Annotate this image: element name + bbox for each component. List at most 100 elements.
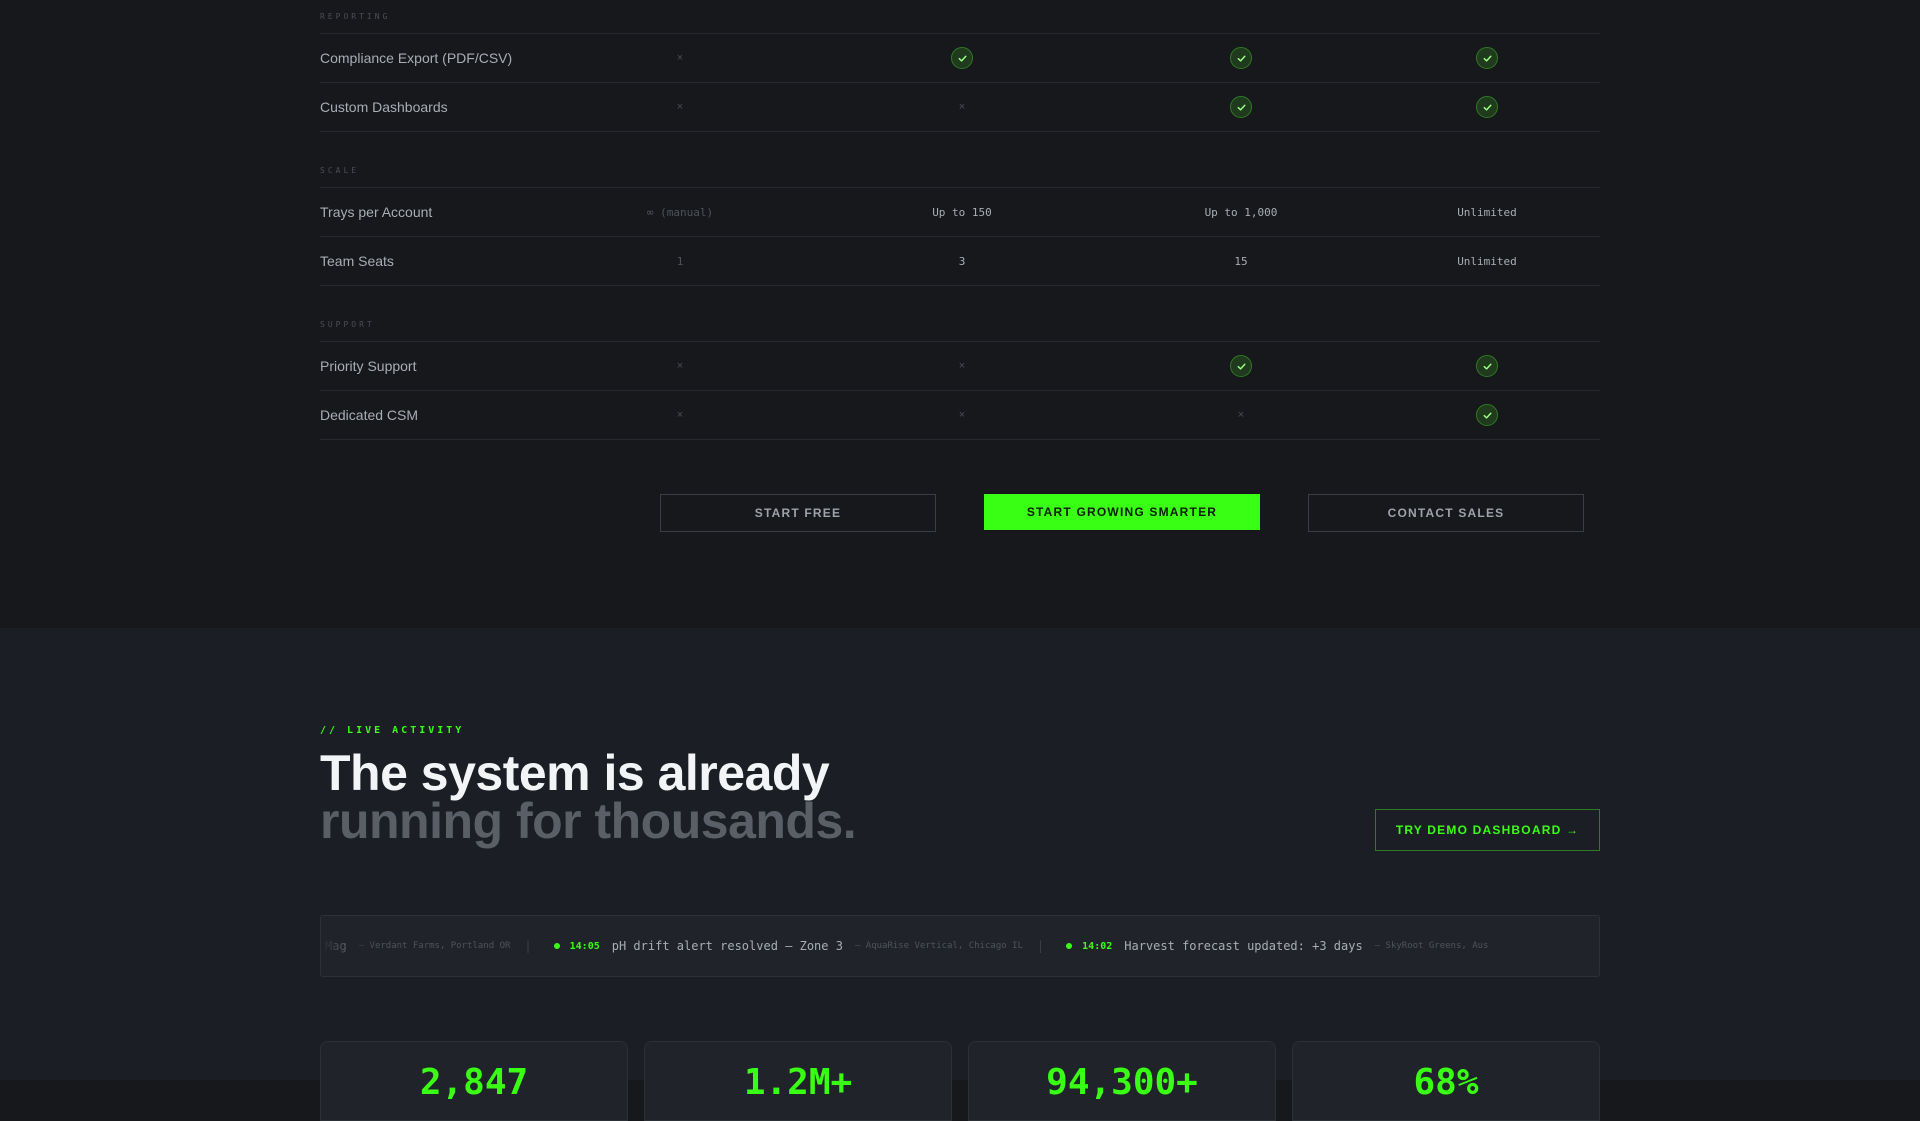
ticker-separator: | (1036, 939, 1045, 953)
plan-value-text: 3 (958, 254, 966, 268)
cross-icon: × (1181, 391, 1301, 439)
live-activity-section: // LIVE ACTIVITY The system is already r… (0, 628, 1920, 1121)
plan-value: Unlimited (1427, 188, 1547, 236)
live-activity-headline: The system is already running for thousa… (320, 745, 857, 849)
plan-value: ∞ (manual) (620, 188, 740, 236)
plan-value: Up to 1,000 (1181, 188, 1301, 236)
feature-comparison-table: REPORTING Compliance Export (PDF/CSV) × Cus… (320, 0, 1600, 440)
headline-line-2: running for thousands. (320, 793, 857, 849)
plan-value-text: 15 (1234, 254, 1248, 268)
cross-glyph: × (676, 360, 684, 372)
cross-glyph: × (1237, 409, 1245, 421)
table-row: Custom Dashboards × × (320, 83, 1600, 132)
activity-ticker: Mag — Verdant Farms, Portland OR | 14:05 pH … (320, 915, 1600, 977)
check-badge (1476, 96, 1498, 118)
live-dot-icon (1066, 943, 1073, 949)
stat-value: 94,300+ (1046, 1062, 1198, 1103)
live-activity-eyebrow: // LIVE ACTIVITY (320, 725, 465, 736)
section-heading: REPORTING (320, 0, 1600, 34)
check-badge (1230, 355, 1252, 377)
feature-label: Priority Support (320, 358, 417, 374)
ticker-item: 14:02 Harvest forecast updated: +3 days — … (1066, 939, 1488, 953)
cross-glyph: × (676, 409, 684, 421)
stat-card: 1.2M+ (644, 1041, 952, 1121)
ticker-fade-right (1539, 916, 1599, 976)
check-icon (902, 34, 1022, 82)
ticker-source: — AquaRise Vertical, Chicago IL (854, 941, 1023, 951)
feature-label: Compliance Export (PDF/CSV) (320, 50, 513, 66)
cross-icon: × (902, 391, 1022, 439)
plan-value-text: Unlimited (1457, 254, 1517, 268)
stat-card: 94,300+ (968, 1041, 1276, 1121)
section-heading: SCALE (320, 154, 1600, 188)
plan-value: 1 (620, 237, 740, 285)
cross-icon: × (620, 342, 740, 390)
ticker-message: pH drift alert resolved — Zone 3 (611, 939, 843, 953)
ticker-separator: | (524, 939, 532, 953)
cross-icon: × (902, 342, 1022, 390)
check-icon (1427, 34, 1547, 82)
cross-glyph: × (958, 101, 966, 113)
cross-icon: × (620, 391, 740, 439)
start-free-button[interactable]: START FREE (660, 494, 936, 532)
check-icon (1427, 83, 1547, 131)
feature-label: Trays per Account (320, 204, 433, 220)
check-badge (1476, 404, 1498, 426)
cross-icon: × (620, 34, 740, 82)
plan-value-text: 1 (676, 254, 684, 268)
check-badge (1230, 96, 1252, 118)
stat-value: 2,847 (419, 1062, 529, 1103)
feature-label: Custom Dashboards (320, 99, 448, 115)
ticker-item: Mag — Verdant Farms, Portland OR | (325, 939, 554, 953)
cross-glyph: × (958, 360, 966, 372)
cross-glyph: × (676, 52, 684, 64)
ticker-track: Mag — Verdant Farms, Portland OR | 14:05 pH … (325, 916, 1488, 976)
check-badge (1230, 47, 1252, 69)
ticker-message: Mag (325, 939, 347, 953)
section-heading: SUPPORT (320, 308, 1600, 342)
ticker-time: 14:05 (569, 940, 600, 952)
plan-value-text: Unlimited (1457, 205, 1517, 219)
check-icon (1181, 83, 1301, 131)
feature-label: Dedicated CSM (320, 407, 419, 423)
ticker-source: — SkyRoot Greens, Aus (1374, 941, 1489, 951)
table-row: Compliance Export (PDF/CSV) × (320, 34, 1600, 83)
check-icon (1181, 342, 1301, 390)
plan-value-text: Up to 150 (932, 205, 992, 219)
cross-glyph: × (958, 409, 966, 421)
check-badge (1476, 47, 1498, 69)
cross-glyph: × (676, 101, 684, 113)
table-row: Priority Support × × (320, 342, 1600, 391)
plan-value: Unlimited (1427, 237, 1547, 285)
plan-cta-row: START FREE START GROWING SMARTER CONTACT… (0, 494, 1920, 534)
check-badge (951, 47, 973, 69)
contact-sales-button[interactable]: CONTACT SALES (1308, 494, 1584, 532)
stat-value: 68% (1413, 1062, 1479, 1103)
check-icon (1427, 391, 1547, 439)
ticker-message: Harvest forecast updated: +3 days (1124, 939, 1363, 953)
start-growing-smarter-button[interactable]: START GROWING SMARTER (984, 494, 1260, 530)
stats-row: 2,847 1.2M+ 94,300+ 68% (320, 1041, 1600, 1121)
table-row: Trays per Account ∞ (manual) Up to 150 Up t… (320, 188, 1600, 237)
check-badge (1476, 355, 1498, 377)
stat-card: 2,847 (320, 1041, 628, 1121)
cross-icon: × (902, 83, 1022, 131)
headline-line-1: The system is already (320, 745, 830, 801)
plan-value-text: ∞ (manual) (646, 205, 714, 219)
live-dot-icon (553, 943, 560, 949)
plan-value: Up to 150 (902, 188, 1022, 236)
table-row: Dedicated CSM × × × (320, 391, 1600, 440)
feature-label: Team Seats (320, 253, 394, 269)
ticker-time: 14:02 (1082, 940, 1113, 952)
check-icon (1427, 342, 1547, 390)
table-row: Team Seats 1 3 15 Unlimited (320, 237, 1600, 286)
cross-icon: × (620, 83, 740, 131)
stat-card: 68% (1292, 1041, 1600, 1121)
try-demo-dashboard-button[interactable]: TRY DEMO DASHBOARD → (1375, 809, 1600, 851)
plan-value: 15 (1181, 237, 1301, 285)
check-icon (1181, 34, 1301, 82)
plan-comparison-section: REPORTING Compliance Export (PDF/CSV) × Cus… (0, 0, 1920, 628)
stat-value: 1.2M+ (743, 1062, 853, 1103)
ticker-source: — Verdant Farms, Portland OR (358, 941, 511, 951)
plan-value: 3 (902, 237, 1022, 285)
